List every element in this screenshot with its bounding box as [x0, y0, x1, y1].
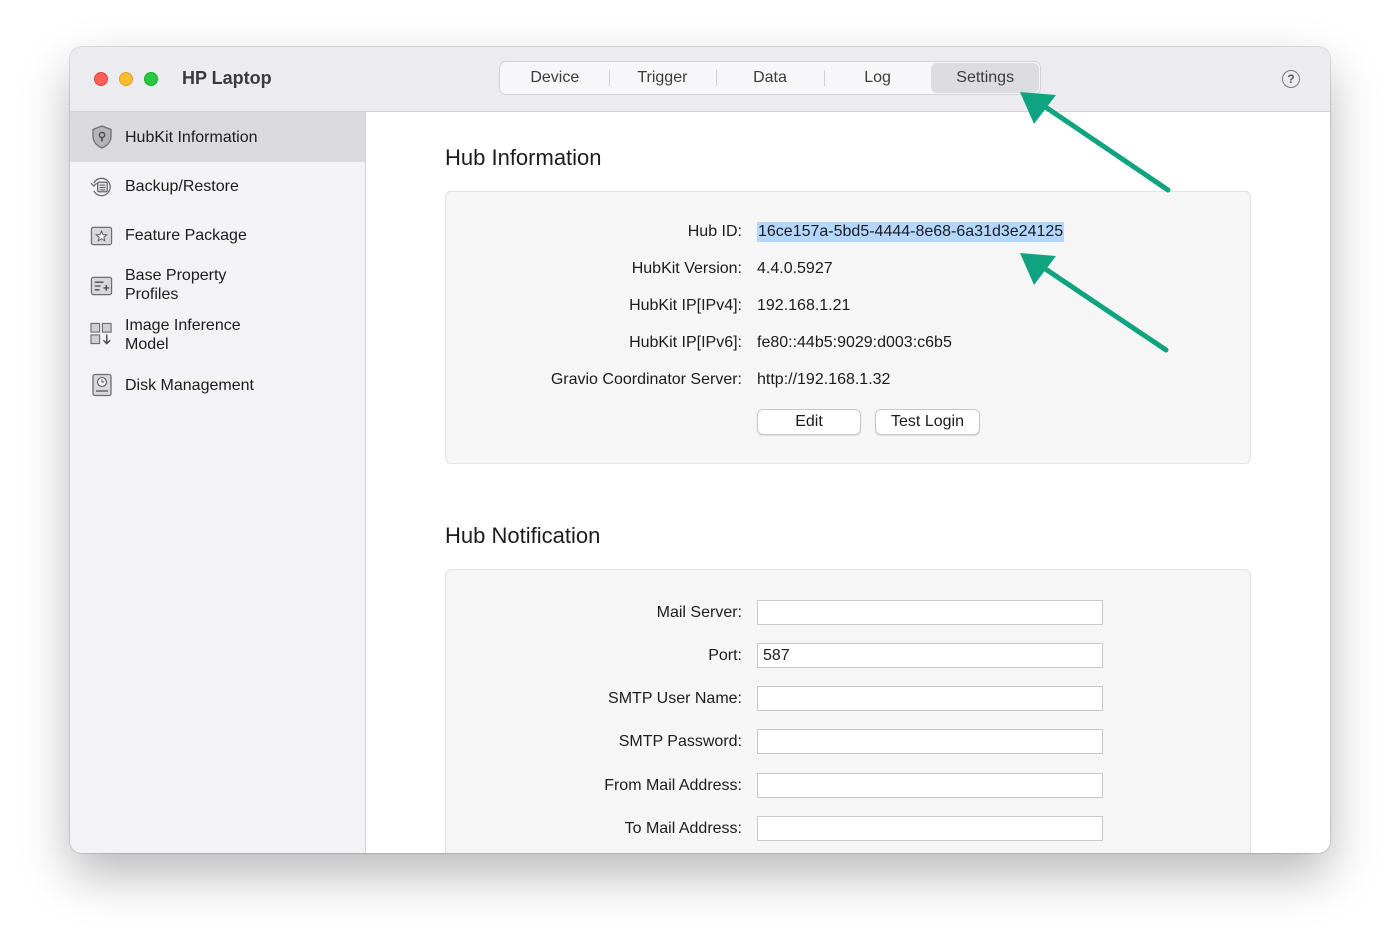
smtp-password-label: SMTP Password: — [618, 733, 742, 750]
title-bar: HP Laptop Device Trigger Data Log Settin… — [70, 47, 1330, 112]
sidebar-item-label: HubKit Information — [125, 129, 258, 146]
grid-download-icon — [90, 322, 113, 345]
smtp-password-input[interactable] — [757, 729, 1103, 754]
hub-id-value[interactable]: 16ce157a-5bd5-4444-8e68-6a31d3e24125 — [757, 222, 1065, 242]
backup-restore-icon — [90, 175, 113, 198]
hubkit-version-value: 4.4.0.5927 — [757, 260, 833, 277]
tab-data[interactable]: Data — [716, 63, 824, 93]
from-mail-address-label: From Mail Address: — [604, 777, 742, 794]
sidebar-item-label: Base Property — [125, 267, 227, 284]
shield-icon — [90, 124, 113, 149]
tab-trigger[interactable]: Trigger — [608, 63, 717, 93]
settings-sidebar: HubKit Information Backup/Restore Featur… — [70, 112, 366, 853]
window-title: HP Laptop — [182, 68, 272, 88]
edit-button[interactable]: Edit — [757, 409, 861, 435]
star-package-icon — [90, 224, 113, 247]
sidebar-item-label: Disk Management — [125, 377, 254, 394]
question-circle-icon[interactable]: ? — [1282, 70, 1300, 88]
disk-icon — [90, 373, 113, 396]
sidebar-item-backup-restore[interactable]: Backup/Restore — [70, 164, 365, 210]
sidebar-item-label: Backup/Restore — [125, 178, 239, 195]
hubkit-ipv4-value: 192.168.1.21 — [757, 297, 851, 314]
mail-server-label: Mail Server: — [656, 604, 742, 621]
coordinator-server-label: Gravio Coordinator Server: — [550, 371, 742, 388]
tab-device[interactable]: Device — [501, 63, 609, 93]
mail-server-input[interactable] — [757, 600, 1103, 625]
coordinator-server-value: http://192.168.1.32 — [757, 371, 891, 388]
property-profile-icon — [90, 274, 113, 297]
from-mail-address-input[interactable] — [757, 773, 1103, 798]
main-tab-bar: Device Trigger Data Log Settings — [499, 61, 1041, 95]
settings-content: Hub Information Hub ID: 16ce157a-5bd5-44… — [367, 112, 1330, 853]
smtp-user-name-label: SMTP User Name: — [608, 690, 742, 707]
minimize-window-button[interactable] — [119, 72, 133, 86]
port-input[interactable] — [757, 643, 1103, 668]
hubkit-ipv4-label: HubKit IP[IPv4]: — [629, 297, 742, 314]
sidebar-item-label: Feature Package — [125, 227, 247, 244]
sidebar-item-label-group: Base Property Profiles — [125, 266, 226, 304]
sidebar-item-label: Image Inference — [125, 317, 241, 334]
sidebar-item-feature-package[interactable]: Feature Package — [70, 212, 365, 258]
to-mail-address-input[interactable] — [757, 816, 1103, 841]
maximize-window-button[interactable] — [144, 72, 158, 86]
hubkit-version-label: HubKit Version: — [631, 260, 742, 277]
tab-settings[interactable]: Settings — [931, 63, 1039, 93]
smtp-user-name-input[interactable] — [757, 686, 1103, 711]
app-window: HP Laptop Device Trigger Data Log Settin… — [70, 47, 1330, 853]
sidebar-item-label-group: Image Inference Model — [125, 316, 241, 354]
sidebar-item-disk-management[interactable]: Disk Management — [70, 362, 365, 408]
close-window-button[interactable] — [94, 72, 108, 86]
hubkit-ipv6-label: HubKit IP[IPv6]: — [629, 334, 742, 351]
hub-information-panel: Hub ID: 16ce157a-5bd5-4444-8e68-6a31d3e2… — [445, 191, 1251, 464]
sidebar-item-hubkit-information[interactable]: HubKit Information — [70, 112, 365, 162]
hub-id-label: Hub ID: — [687, 223, 742, 240]
hubkit-ipv6-value: fe80::44b5:9029:d003:c6b5 — [757, 334, 952, 351]
sidebar-item-image-inference-model[interactable]: Image Inference Model — [70, 310, 365, 358]
sidebar-item-label-line2: Profiles — [125, 286, 179, 303]
tab-log[interactable]: Log — [823, 63, 932, 93]
hub-notification-title: Hub Notification — [445, 523, 601, 548]
test-login-button[interactable]: Test Login — [875, 409, 980, 435]
to-mail-address-label: To Mail Address: — [624, 820, 742, 837]
sidebar-item-base-property-profiles[interactable]: Base Property Profiles — [70, 260, 365, 308]
port-label: Port: — [708, 647, 742, 664]
hub-information-title: Hub Information — [445, 145, 602, 170]
hub-notification-panel: Mail Server: Port: SMTP User Name: SMTP … — [445, 569, 1251, 853]
sidebar-item-label-line2: Model — [125, 336, 169, 353]
